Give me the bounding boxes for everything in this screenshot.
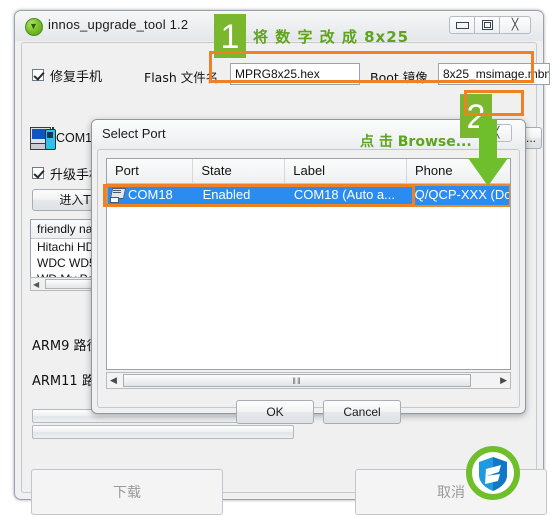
dialog-ok-button[interactable]: OK [236,400,314,424]
download-label: 下载 [113,485,141,501]
progress-bar-2 [32,425,294,439]
repair-phone-checkbox[interactable] [32,69,44,81]
table-header-row: Port State Label Phone [107,159,510,184]
repair-phone-label: 修复手机 [50,70,103,85]
app-title: innos_upgrade_tool 1.2 [48,17,189,32]
scrollbar-thumb[interactable]: ‖‖ [123,374,471,387]
column-header-label[interactable]: Label [285,159,407,183]
maximize-button[interactable] [474,16,499,34]
select-port-dialog: Select Port ╳ Port State Label Phone COM… [91,119,526,424]
annotation-highlight-box-fields [209,51,534,83]
upgrade-phone-checkbox[interactable] [32,167,44,179]
minimize-button[interactable] [449,16,474,34]
enter-mode-label: 进入T [59,193,91,207]
app-logo-icon: ▼ [25,18,43,36]
cancel-label: 取消 [437,485,465,501]
arm9-path-label: ARM9 路径 [32,339,100,354]
column-header-port[interactable]: Port [107,159,194,183]
table-hscrollbar[interactable]: ◀ ‖‖ ▶ [106,372,511,389]
dialog-cancel-button[interactable]: Cancel [323,400,401,424]
annotation-text-2: 点 击 Browse... [360,134,472,150]
annotation-highlight-box-browse [464,90,524,116]
flash-file-label: Flash 文件名 [144,70,219,85]
down-arrow-icon [468,120,508,186]
annotation-text-1: 将 数 字 改 成 8x25 [253,28,410,46]
download-button[interactable]: 下载 [31,469,223,515]
shield-logo-icon [466,446,520,500]
dialog-title: Select Port [102,126,166,141]
scroll-left-icon[interactable]: ◀ [33,280,39,289]
scroll-right-icon[interactable]: ▶ [500,375,507,386]
column-header-state[interactable]: State [193,159,286,183]
close-button[interactable]: ╳ [499,16,531,34]
scroll-left-icon[interactable]: ◀ [110,375,117,386]
annotation-highlight-box-row [103,184,415,207]
